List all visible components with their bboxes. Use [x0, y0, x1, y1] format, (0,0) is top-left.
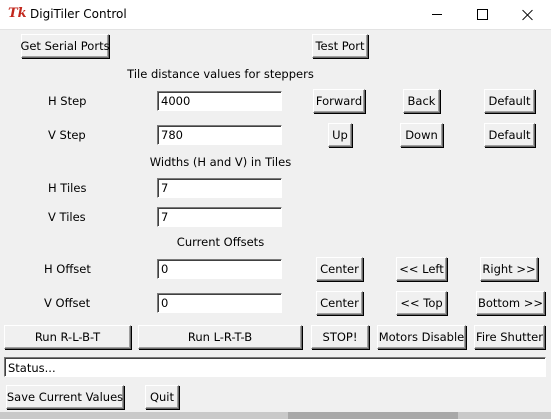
tile-distance-heading: Tile distance values for steppers: [127, 67, 314, 81]
default-h-step-button[interactable]: Default: [484, 89, 535, 113]
default-v-step-button[interactable]: Default: [484, 123, 535, 147]
run-lrtb-button[interactable]: Run L-R-T-B: [138, 325, 302, 349]
scrollbar-thumb: [288, 412, 458, 419]
v-tiles-label: V Tiles: [48, 210, 86, 224]
h-offset-label: H Offset: [44, 262, 91, 276]
v-offset-label: V Offset: [44, 296, 91, 310]
center-h-button[interactable]: Center: [316, 257, 363, 281]
status-field: Status...: [4, 357, 546, 377]
close-icon: [522, 9, 534, 21]
title-bar: Tk DigiTiler Control: [0, 0, 551, 30]
v-step-input[interactable]: 780: [157, 125, 282, 145]
maximize-button[interactable]: [459, 0, 505, 29]
right-button[interactable]: Right >>: [480, 257, 538, 281]
forward-button[interactable]: Forward: [313, 89, 365, 113]
v-tiles-input[interactable]: 7: [157, 207, 282, 227]
close-button[interactable]: [505, 0, 551, 29]
v-offset-input[interactable]: 0: [157, 293, 282, 313]
minimize-icon: [432, 14, 442, 15]
h-step-label: H Step: [48, 94, 87, 108]
quit-button[interactable]: Quit: [145, 385, 179, 409]
bottom-button[interactable]: Bottom >>: [476, 291, 545, 315]
get-serial-ports-button[interactable]: Get Serial Ports: [20, 34, 110, 58]
down-button[interactable]: Down: [400, 123, 443, 147]
background-scrollbar: [0, 412, 551, 419]
widths-heading: Widths (H and V) in Tiles: [149, 155, 292, 169]
h-offset-input[interactable]: 0: [157, 259, 282, 279]
top-button[interactable]: << Top: [396, 291, 447, 315]
offsets-heading: Current Offsets: [176, 235, 265, 249]
stop-button[interactable]: STOP!: [311, 325, 369, 349]
save-values-button[interactable]: Save Current Values: [6, 385, 124, 409]
test-port-button[interactable]: Test Port: [312, 34, 368, 58]
h-step-input[interactable]: 4000: [157, 91, 282, 111]
tk-feather-icon: Tk: [8, 6, 27, 21]
back-button[interactable]: Back: [403, 89, 440, 113]
run-rlbt-button[interactable]: Run R-L-B-T: [4, 325, 131, 349]
left-button[interactable]: << Left: [396, 257, 447, 281]
minimize-button[interactable]: [414, 0, 460, 29]
window-title: DigiTiler Control: [30, 7, 127, 21]
motors-disable-button[interactable]: Motors Disable: [377, 325, 466, 349]
center-v-button[interactable]: Center: [316, 291, 363, 315]
fire-shutter-button[interactable]: Fire Shutter: [474, 325, 545, 349]
v-step-label: V Step: [48, 128, 86, 142]
up-button[interactable]: Up: [328, 123, 352, 147]
h-tiles-label: H Tiles: [48, 181, 87, 195]
h-tiles-input[interactable]: 7: [157, 178, 282, 198]
maximize-icon: [476, 9, 488, 20]
